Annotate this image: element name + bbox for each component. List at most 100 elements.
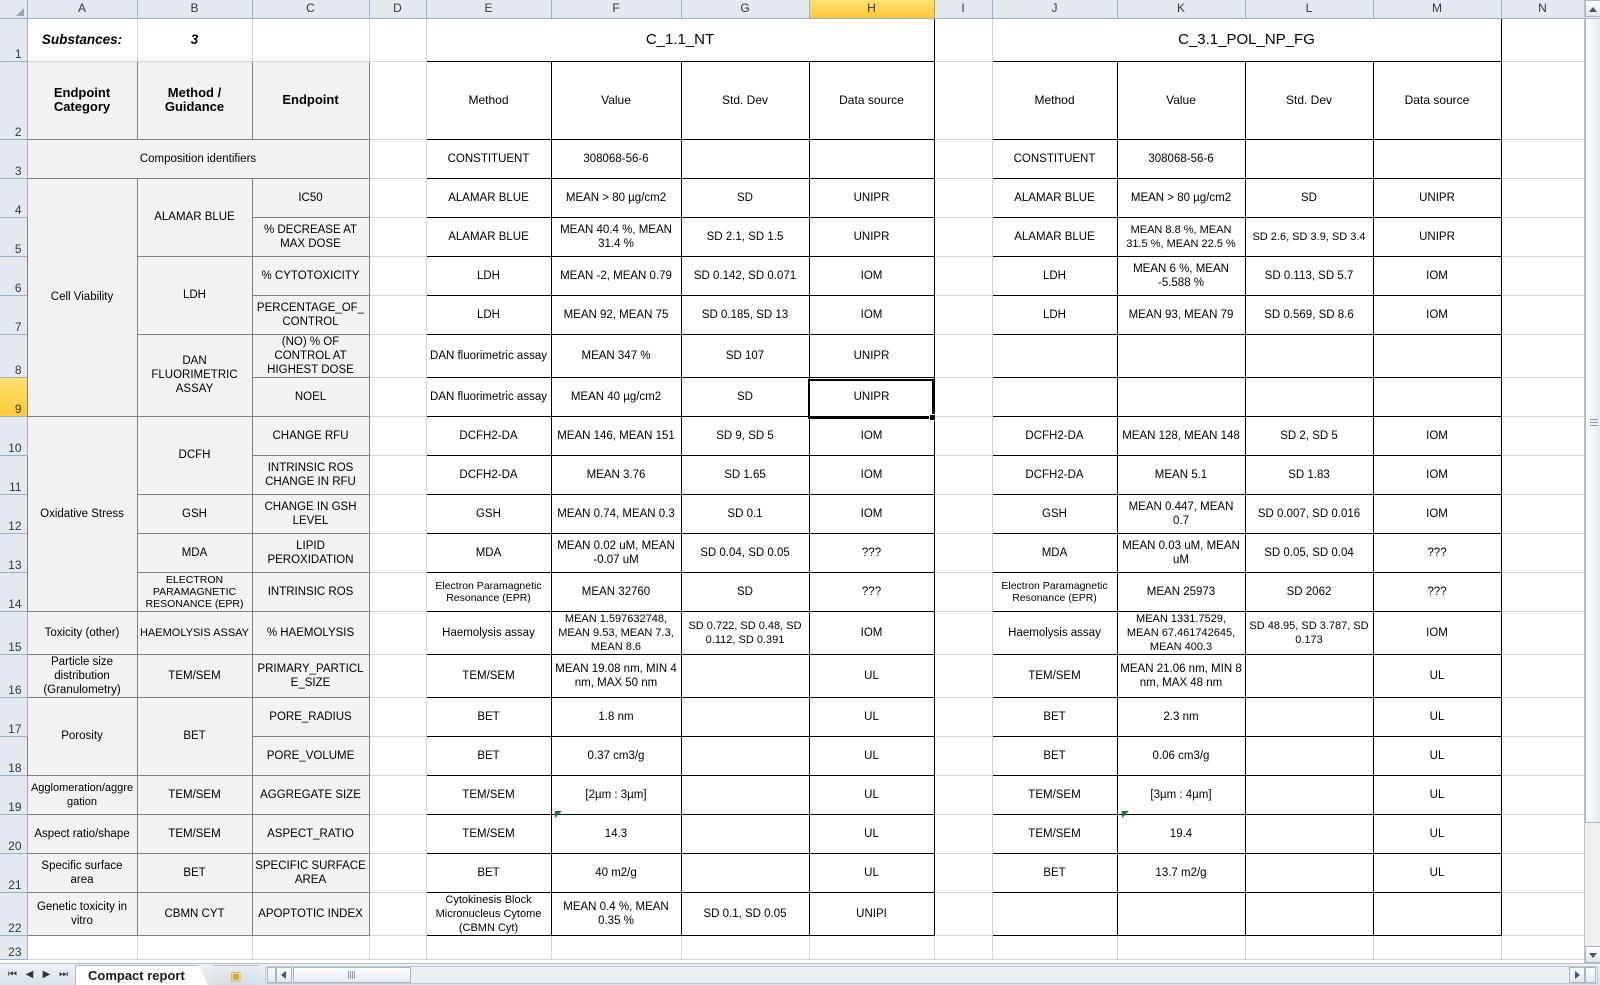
column-header-row[interactable]: A B C D E F G H I J K L M N: [0, 0, 1584, 19]
row-header-9[interactable]: 9: [0, 377, 28, 417]
row-header-8[interactable]: 8: [0, 334, 28, 378]
g1-method-r8[interactable]: DAN fluorimetric assay: [425, 333, 552, 378]
g2-src-r21[interactable]: UL: [1372, 852, 1502, 893]
horizontal-scrollbar[interactable]: [264, 965, 1598, 984]
cell-N3[interactable]: [1501, 139, 1584, 179]
cell-I14[interactable]: [934, 572, 993, 612]
g2-src-r15[interactable]: IOM: [1372, 610, 1502, 655]
g1-src-r18[interactable]: UL: [808, 735, 935, 776]
g1-sd-r6[interactable]: SD 0.142, SD 0.071: [680, 255, 810, 296]
g1-src-r13[interactable]: ???: [808, 532, 935, 573]
g2-method-r7[interactable]: LDH: [991, 294, 1118, 335]
cell-N1[interactable]: [1501, 18, 1584, 62]
endpoint-primary-particle-size[interactable]: PRIMARY_PARTICLE_SIZE: [251, 653, 370, 698]
scroll-up-button[interactable]: [1585, 0, 1600, 17]
row-header-18[interactable]: 18: [0, 736, 28, 776]
method-bet-porosity[interactable]: BET: [136, 696, 253, 776]
g2-value-r9[interactable]: [1116, 376, 1246, 417]
cell-I2[interactable]: [934, 61, 993, 140]
g2-value-r5[interactable]: MEAN 8.8 %, MEAN 31.5 %, MEAN 22.5 %: [1116, 216, 1246, 257]
cell-B23[interactable]: [137, 935, 253, 960]
method-epr[interactable]: ELECTRON PARAMAGNETIC RESONANCE (EPR): [136, 571, 253, 612]
worksheet-grid[interactable]: A B C D E F G H I J K L M N 1 Substances…: [0, 0, 1584, 960]
g1-sd-r11[interactable]: SD 1.65: [680, 454, 810, 495]
row-header-12[interactable]: 12: [0, 494, 28, 534]
g2-sd-r6[interactable]: SD 0.113, SD 5.7: [1244, 255, 1374, 296]
method-tem-sem-20[interactable]: TEM/SEM: [136, 813, 253, 854]
sheet-row-22[interactable]: 22 Genetic toxicity in vitro CBMN CYT AP…: [0, 891, 1584, 936]
row-header-7[interactable]: 7: [0, 295, 28, 335]
cell-I13[interactable]: [934, 533, 993, 573]
g1-src-r5[interactable]: UNIPR: [808, 216, 935, 257]
category-cell-viability[interactable]: Cell Viability: [26, 177, 138, 417]
next-sheet-icon[interactable]: ▶: [38, 965, 55, 985]
insert-worksheet-button[interactable]: ▣: [212, 964, 259, 985]
row-header-11[interactable]: 11: [0, 455, 28, 495]
method-haemolysis-assay[interactable]: HAEMOLYSIS ASSAY: [136, 610, 253, 655]
cell-D3[interactable]: [369, 139, 427, 179]
g1-src-r16[interactable]: UL: [808, 653, 935, 698]
g1-sd-r14[interactable]: SD: [680, 571, 810, 612]
g1-sd-r19[interactable]: [680, 774, 810, 815]
g1-method-r13[interactable]: MDA: [425, 532, 552, 573]
g2-value-r14[interactable]: MEAN 25973: [1116, 571, 1246, 612]
endpoint-intrinsic-ros-change-rfu[interactable]: INTRINSIC ROS CHANGE IN RFU: [251, 454, 370, 495]
group2-title[interactable]: C_3.1_POL_NP_FG: [991, 17, 1502, 62]
method-tem-sem-16[interactable]: TEM/SEM: [136, 653, 253, 698]
g1-method-r20[interactable]: TEM/SEM: [425, 813, 552, 854]
g2-method-r6[interactable]: LDH: [991, 255, 1118, 296]
row-header-19[interactable]: 19: [0, 775, 28, 815]
g1-header-value[interactable]: Value: [550, 60, 682, 140]
g1-method-r11[interactable]: DCFH2-DA: [425, 454, 552, 495]
row-header-1[interactable]: 1: [0, 18, 28, 62]
cell-N23[interactable]: [1501, 935, 1584, 960]
cell-N5[interactable]: [1501, 217, 1584, 257]
g2-src-r8[interactable]: [1372, 333, 1502, 378]
endpoint-intrinsic-ros[interactable]: INTRINSIC ROS: [251, 571, 370, 612]
g2-src-r19[interactable]: UL: [1372, 774, 1502, 815]
row-header-13[interactable]: 13: [0, 533, 28, 573]
g1-method-r6[interactable]: LDH: [425, 255, 552, 296]
cell-N10[interactable]: [1501, 416, 1584, 456]
cell-N8[interactable]: [1501, 334, 1584, 378]
g1-header-std-dev[interactable]: Std. Dev: [680, 60, 810, 140]
g1-method-r14[interactable]: Electron Paramagnetic Resonance (EPR): [425, 571, 552, 612]
g1-method-r17[interactable]: BET: [425, 696, 552, 737]
g2-value-r4[interactable]: MEAN > 80 µg/cm2: [1116, 177, 1246, 218]
prev-sheet-icon[interactable]: ◀: [21, 965, 38, 985]
g2-sd-r4[interactable]: SD: [1244, 177, 1374, 218]
cell-D23[interactable]: [369, 935, 427, 960]
select-all-corner[interactable]: [0, 0, 28, 19]
header-endpoint-category[interactable]: Endpoint Category: [26, 60, 138, 140]
g1-value-r17[interactable]: 1.8 nm: [550, 696, 682, 737]
cell-I20[interactable]: [934, 814, 993, 854]
g2-src-r7[interactable]: IOM: [1372, 294, 1502, 335]
g1-sd-r17[interactable]: [680, 696, 810, 737]
g2-method-r19[interactable]: TEM/SEM: [991, 774, 1118, 815]
sheet-row-8[interactable]: 8 DAN FLUORIMETRIC ASSAY (NO) % OF CONTR…: [0, 333, 1584, 417]
sheet-row-15[interactable]: 15 Toxicity (other) HAEMOLYSIS ASSAY % H…: [0, 610, 1584, 655]
g1-method-r12[interactable]: GSH: [425, 493, 552, 534]
cell-I7[interactable]: [934, 295, 993, 335]
row-header-16[interactable]: 16: [0, 654, 28, 698]
cell-C23[interactable]: [252, 935, 370, 960]
g2-value-r22[interactable]: [1116, 891, 1246, 936]
endpoint-pore-radius[interactable]: PORE_RADIUS: [251, 696, 370, 737]
sheet-row-1[interactable]: 1 Substances: 3 C_1.1_NT C_3.1_POL_NP_FG: [0, 17, 1584, 62]
g2-sd-r8[interactable]: [1244, 333, 1374, 378]
g1-value-r21[interactable]: 40 m2/g: [550, 852, 682, 893]
row-header-3[interactable]: 3: [0, 139, 28, 179]
cell-I4[interactable]: [934, 178, 993, 218]
split-handle-left[interactable]: [266, 966, 276, 983]
g2-value-r20[interactable]: 19.4: [1116, 813, 1246, 854]
sheet-nav-buttons[interactable]: ⏮ ◀ ▶ ⏭: [0, 964, 75, 985]
cell-A23[interactable]: [27, 935, 138, 960]
cell-N16[interactable]: [1501, 654, 1584, 698]
g1-method-r22[interactable]: Cytokinesis Block Micronucleus Cytome (C…: [425, 891, 552, 936]
g2-value-r11[interactable]: MEAN 5.1: [1116, 454, 1246, 495]
sheet-tabs[interactable]: Compact report ▣: [75, 964, 259, 985]
g1-src-r15[interactable]: IOM: [808, 610, 935, 655]
cell-N15[interactable]: [1501, 611, 1584, 655]
sheet-row-21[interactable]: 21 Specific surface area BET SPECIFIC SU…: [0, 852, 1584, 893]
g1-method-r18[interactable]: BET: [425, 735, 552, 776]
